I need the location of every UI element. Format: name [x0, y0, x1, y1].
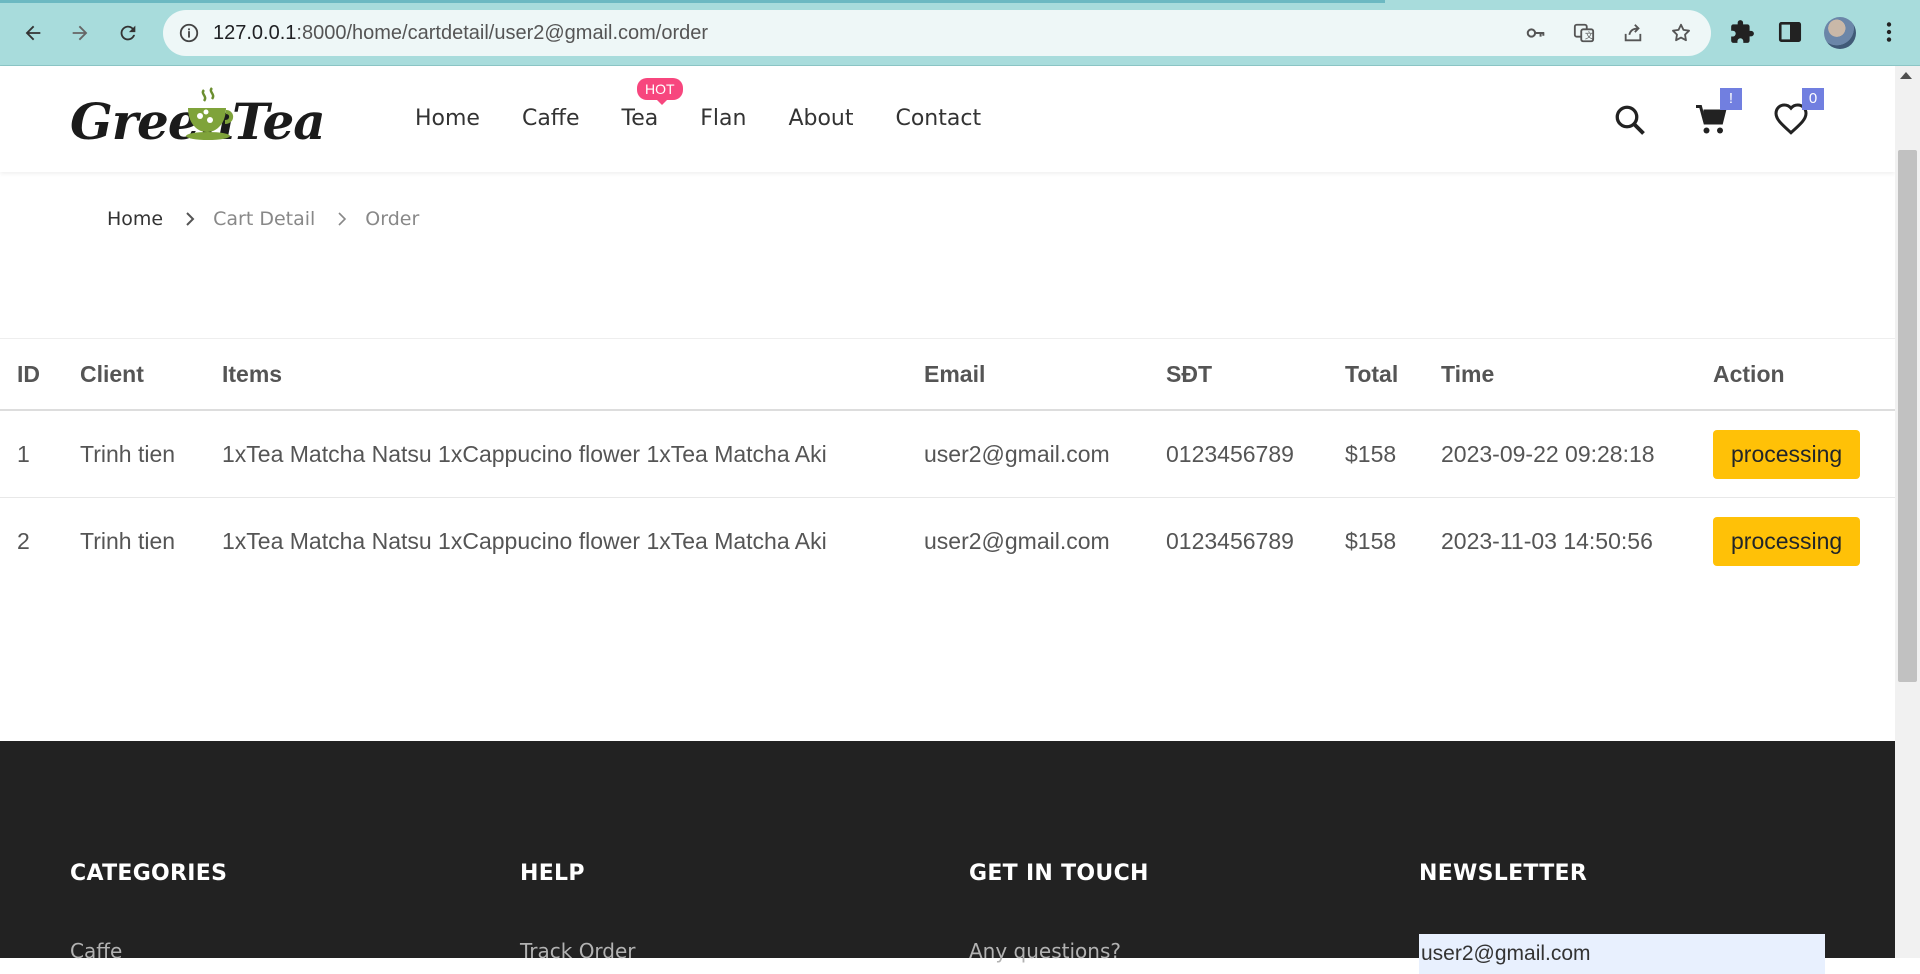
- main-menu: Home Caffe Tea Flan About Contact: [415, 106, 981, 131]
- site-info-icon[interactable]: [178, 22, 200, 44]
- footer-link-track-order[interactable]: Track Order: [520, 939, 636, 963]
- col-header-id: ID: [0, 339, 80, 411]
- url-text[interactable]: 127.0.0.1:8000/home/cartdetail/user2@gma…: [213, 22, 708, 45]
- table-row: 2 Trinh tien 1xTea Matcha Natsu 1xCappuc…: [0, 497, 1895, 584]
- table-row: 1 Trinh tien 1xTea Matcha Natsu 1xCappuc…: [0, 410, 1895, 498]
- key-icon[interactable]: [1525, 22, 1547, 44]
- cart-count-badge: !: [1720, 88, 1742, 110]
- orders-table: ID Client Items Email SĐT Total Time Act…: [0, 338, 1895, 584]
- tea-cup-icon: [186, 87, 234, 140]
- share-icon[interactable]: [1622, 22, 1644, 44]
- cell-phone: 0123456789: [1166, 527, 1294, 554]
- reload-button[interactable]: [111, 16, 145, 50]
- cell-client: Trinh tien: [80, 410, 222, 498]
- arrow-right-icon: [72, 25, 88, 41]
- side-panel-icon[interactable]: [1777, 19, 1803, 45]
- forward-button[interactable]: [63, 16, 97, 50]
- scrollbar-thumb[interactable]: [1898, 150, 1917, 682]
- svg-text:文: 文: [1585, 31, 1593, 41]
- col-header-total: Total: [1345, 339, 1441, 411]
- logo-word-tea: Tea: [232, 92, 326, 151]
- col-header-phone: SĐT: [1166, 339, 1345, 411]
- url-path: :8000/home/cartdetail/user2@gmail.com/or…: [296, 22, 709, 44]
- footer-help-title: HELP: [520, 861, 585, 886]
- col-header-time: Time: [1441, 339, 1713, 411]
- newsletter-email-input[interactable]: [1419, 934, 1825, 974]
- cell-total: $158: [1345, 410, 1441, 498]
- hot-badge: HOT: [637, 78, 683, 105]
- menu-caffe[interactable]: Caffe: [522, 106, 580, 131]
- col-header-items: Items: [222, 339, 924, 411]
- browser-toolbar: 127.0.0.1:8000/home/cartdetail/user2@gma…: [0, 0, 1920, 66]
- url-host: 127.0.0.1: [213, 22, 297, 44]
- chevron-right-icon: [186, 212, 195, 226]
- footer-newsletter-title: NEWSLETTER: [1419, 861, 1588, 886]
- menu-home[interactable]: Home: [415, 106, 480, 131]
- breadcrumb: Home Cart Detail Order: [107, 208, 419, 230]
- cell-time: 2023-09-22 09:28:18: [1441, 410, 1713, 498]
- translate-icon[interactable]: 文: [1573, 22, 1595, 44]
- cell-phone: 0123456789: [1166, 410, 1345, 498]
- footer-contact-text: Any questions?: [969, 939, 1121, 963]
- cell-id: 2: [17, 527, 30, 554]
- breadcrumb-current: Order: [365, 208, 420, 230]
- col-header-client: Client: [80, 339, 222, 411]
- breadcrumb-cart-detail[interactable]: Cart Detail: [213, 208, 315, 230]
- menu-flan[interactable]: Flan: [700, 106, 746, 131]
- cell-action: processing: [1713, 410, 1895, 498]
- cell-email: user2@gmail.com: [924, 410, 1166, 498]
- cell-total: $158: [1345, 527, 1397, 554]
- footer-contact-title: GET IN TOUCH: [969, 861, 1149, 886]
- arrow-left-icon: [25, 25, 41, 41]
- cell-time: 2023-11-03 14:50:56: [1441, 527, 1653, 554]
- scroll-up-arrow-icon[interactable]: [1900, 72, 1912, 79]
- reload-icon: [120, 25, 136, 41]
- menu-contact[interactable]: Contact: [895, 106, 981, 131]
- processing-button[interactable]: processing: [1713, 516, 1861, 566]
- search-icon[interactable]: [1612, 102, 1648, 138]
- site-footer: CATEGORIES HELP GET IN TOUCH NEWSLETTER …: [0, 741, 1895, 974]
- extensions-icon[interactable]: [1729, 19, 1755, 45]
- menu-tea[interactable]: Tea: [622, 106, 659, 131]
- footer-categories-title: CATEGORIES: [70, 861, 228, 886]
- menu-about[interactable]: About: [788, 106, 853, 131]
- cell-items: 1xTea Matcha Natsu 1xCappucino flower 1x…: [222, 527, 827, 554]
- back-button[interactable]: [16, 16, 50, 50]
- site-header: Green Tea Home Caffe Tea Flan About Cont…: [0, 66, 1895, 172]
- col-header-email: Email: [924, 339, 1166, 411]
- cell-action: processing: [1713, 497, 1895, 584]
- bookmark-star-icon[interactable]: [1670, 22, 1692, 44]
- cell-client: Trinh tien: [80, 527, 176, 554]
- wishlist-count-badge: 0: [1802, 88, 1824, 110]
- col-header-action: Action: [1713, 339, 1895, 411]
- cell-email: user2@gmail.com: [924, 527, 1110, 554]
- cell-id: 1: [0, 410, 80, 498]
- breadcrumb-home[interactable]: Home: [107, 208, 163, 230]
- processing-button[interactable]: processing: [1713, 430, 1861, 479]
- table-header-row: ID Client Items Email SĐT Total Time Act…: [0, 339, 1895, 411]
- profile-avatar[interactable]: [1824, 17, 1856, 49]
- footer-link-caffe[interactable]: Caffe: [70, 939, 122, 963]
- more-vert-icon[interactable]: [1876, 19, 1902, 45]
- page-load-progress: [0, 0, 1385, 3]
- address-bar[interactable]: 127.0.0.1:8000/home/cartdetail/user2@gma…: [163, 10, 1711, 56]
- cell-items: 1xTea Matcha Natsu 1xCappucino flower 1x…: [222, 410, 924, 498]
- chevron-right-icon: [338, 212, 347, 226]
- site-logo[interactable]: Green Tea: [70, 84, 326, 154]
